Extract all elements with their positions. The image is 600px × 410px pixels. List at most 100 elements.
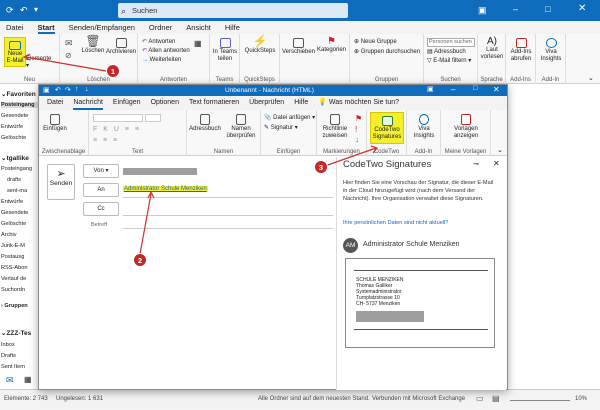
maximize-icon[interactable]: □: [545, 4, 550, 14]
folder-item[interactable]: Archiv: [1, 232, 39, 238]
teams-share-button[interactable]: In Teams teilen: [212, 38, 238, 63]
minimize-icon[interactable]: –: [451, 85, 455, 94]
layout-icon[interactable]: ▣: [427, 85, 434, 93]
cleanup-icon[interactable]: ✉: [65, 38, 73, 49]
low-importance-icon[interactable]: ↓: [355, 135, 359, 144]
categories-button[interactable]: ⚑ Kategorien: [315, 37, 348, 54]
view-templates-button[interactable]: Vorlagen anzeigen: [447, 114, 485, 140]
align-buttons[interactable]: ≡ ≡ ≡: [93, 137, 119, 144]
minimize-icon[interactable]: –: [513, 4, 518, 14]
tab-datei[interactable]: Datei: [6, 21, 24, 34]
tab-help[interactable]: Hilfe: [294, 96, 308, 110]
account-header[interactable]: ⌄tgallike: [1, 154, 39, 162]
read-aloud-button[interactable]: A) Laut vorlesen: [479, 37, 505, 61]
folder-item[interactable]: Gelöschte: [1, 135, 39, 141]
format-buttons[interactable]: F K U ≡ ≡: [93, 126, 141, 133]
attach-file-button[interactable]: 📎 Datei anfügen ▾: [264, 115, 315, 122]
recipient-chip[interactable]: Administrator Schule Menziken: [123, 186, 208, 192]
folder-item[interactable]: Gelöschte: [1, 221, 39, 227]
browse-groups-button[interactable]: ⊕ Gruppen durchsuchen: [354, 49, 420, 56]
pane-close-icon[interactable]: ✕: [493, 159, 500, 168]
close-icon[interactable]: ✕: [578, 3, 586, 14]
signature-button[interactable]: ✎ Signatur ▾: [264, 125, 298, 132]
view-normal-icon[interactable]: ▭: [476, 394, 484, 403]
layout-icon[interactable]: ▣: [478, 5, 487, 16]
move-button[interactable]: Verschieben: [282, 38, 315, 56]
cc-button[interactable]: Cc: [83, 202, 119, 216]
new-items-button[interactable]: Elemente ▾: [26, 56, 56, 70]
folder-item[interactable]: RSS-Abon: [1, 265, 39, 271]
sync-icon[interactable]: ⟳: [6, 5, 14, 16]
folder-item[interactable]: Entwürfe: [1, 124, 39, 130]
get-addins-button[interactable]: Add-Ins abrufen: [508, 38, 534, 63]
folder-item[interactable]: Posteingang: [1, 166, 39, 172]
folder-item[interactable]: Postausg: [1, 254, 39, 260]
folder-item[interactable]: Suchordn: [1, 287, 39, 293]
calendar-nav-icon[interactable]: ▦: [24, 375, 32, 384]
send-button[interactable]: ➢ Senden: [47, 164, 75, 200]
font-select[interactable]: [93, 114, 143, 122]
viva-insights-button[interactable]: Viva Insights: [538, 38, 564, 63]
address-book-button[interactable]: ▤ Adressbuch: [427, 49, 466, 56]
policy-button[interactable]: Richtlinie zuweisen: [319, 114, 351, 140]
up-icon[interactable]: ↑: [75, 86, 79, 93]
ribbon-collapse-icon[interactable]: ⌄: [588, 74, 594, 82]
to-button[interactable]: An: [83, 183, 119, 197]
search-input[interactable]: ⌕ Suchen: [118, 3, 348, 18]
tab-view[interactable]: Ansicht: [186, 21, 211, 34]
zoom-slider[interactable]: [510, 400, 570, 401]
filter-email-button[interactable]: ▽ E-Mail filtern ▾: [427, 58, 471, 65]
archive-button[interactable]: Archivieren: [106, 38, 136, 56]
viva-insights-button[interactable]: Viva Insights: [409, 114, 439, 140]
folder-item[interactable]: Drafts: [1, 353, 39, 359]
favorites-header[interactable]: ⌄Favoriten: [1, 90, 39, 98]
font-size-select[interactable]: [145, 114, 161, 122]
down-icon[interactable]: ↓: [85, 86, 89, 93]
folder-item[interactable]: Gesendete: [1, 113, 39, 119]
folder-item[interactable]: Verlauf de: [1, 276, 39, 282]
tab-review[interactable]: Überprüfen: [249, 96, 284, 110]
folder-item[interactable]: Inbox: [1, 342, 39, 348]
tab-datei[interactable]: Datei: [47, 96, 63, 110]
tab-options[interactable]: Optionen: [151, 96, 179, 110]
tell-me-box[interactable]: 💡 Was möchten Sie tun?: [318, 96, 399, 110]
redo-icon[interactable]: ↷: [65, 86, 71, 94]
tab-send-receive[interactable]: Senden/Empfangen: [69, 21, 135, 34]
mail-nav-icon[interactable]: ✉: [6, 375, 14, 386]
close-icon[interactable]: ✕: [493, 85, 500, 94]
zzz-header[interactable]: ⌄ZZZ-Tes: [1, 329, 39, 337]
ignore-icon[interactable]: ⊘: [65, 51, 72, 60]
pin-icon[interactable]: ⊸: [473, 160, 479, 168]
codetwo-signatures-button[interactable]: CodeTwo Signatures: [370, 112, 404, 144]
folder-item[interactable]: Junk-E-M: [1, 243, 39, 249]
tab-insert[interactable]: Einfügen: [113, 96, 141, 110]
quicksteps-button[interactable]: ⚡ QuickSteps: [244, 35, 276, 55]
check-names-button[interactable]: Namen überprüfen: [223, 114, 259, 140]
new-group-button[interactable]: ⊕ Neue Gruppe: [354, 39, 397, 46]
ribbon-collapse-icon[interactable]: ⌄: [497, 146, 503, 154]
forward-button[interactable]: → Weiterleiten: [142, 57, 181, 64]
groups-header[interactable]: › Gruppen: [1, 303, 39, 309]
flag-icon[interactable]: ⚑: [355, 114, 362, 123]
undo-icon[interactable]: ↶: [55, 86, 61, 94]
folder-item[interactable]: drafts: [1, 177, 39, 183]
folder-item[interactable]: sent-ma: [1, 188, 39, 194]
tab-folder[interactable]: Ordner: [149, 21, 172, 34]
tab-start[interactable]: Start: [37, 21, 55, 34]
importance-icon[interactable]: !: [355, 125, 357, 134]
save-icon[interactable]: ▣: [43, 86, 50, 94]
new-email-button[interactable]: Neue E-Mail: [4, 37, 26, 67]
update-data-link[interactable]: Ihre persönlichen Daten sind nicht aktue…: [343, 220, 448, 226]
subject-input[interactable]: [123, 228, 333, 229]
reply-all-button[interactable]: ↶ Allen antworten: [142, 48, 190, 55]
delete-button[interactable]: 🗑 Löschen: [80, 35, 106, 55]
folder-item[interactable]: Gesendete: [1, 210, 39, 216]
dropdown-icon[interactable]: ▾: [34, 5, 38, 14]
address-book-button[interactable]: Adressbuch: [189, 114, 221, 133]
folder-item[interactable]: Sent Item: [1, 364, 39, 370]
tab-format-text[interactable]: Text formatieren: [189, 96, 239, 110]
tab-message[interactable]: Nachricht: [73, 96, 103, 110]
folder-item[interactable]: Posteingang: [1, 102, 39, 108]
tab-help[interactable]: Hilfe: [225, 21, 240, 34]
paste-button[interactable]: Einfügen: [43, 114, 67, 133]
